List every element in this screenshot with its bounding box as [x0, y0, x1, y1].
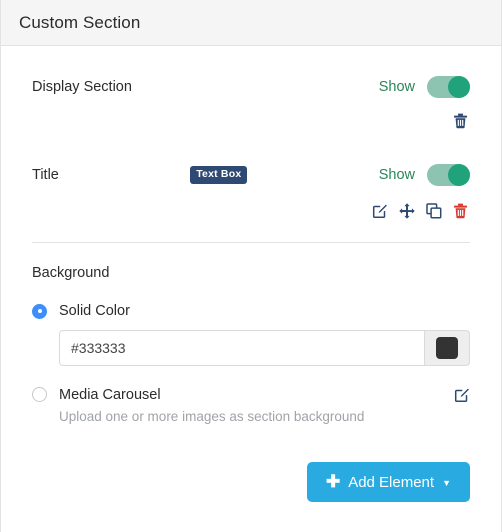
- color-picker-button[interactable]: [424, 330, 470, 366]
- element-type-badge: Text Box: [190, 166, 248, 184]
- background-heading: Background: [32, 265, 110, 281]
- title-label: Title: [32, 167, 59, 183]
- edit-icon[interactable]: [371, 203, 388, 220]
- panel-header: Custom Section: [1, 0, 501, 46]
- display-section-row-main: Display Section Show: [32, 70, 470, 104]
- edit-icon[interactable]: [453, 386, 470, 403]
- add-element-label: Add Element: [348, 473, 435, 491]
- display-section-label: Display Section: [32, 79, 132, 95]
- title-actions: [32, 198, 470, 224]
- panel-body: Display Section Show Title Text Box Show…: [1, 70, 501, 502]
- solid-color-input-group: [59, 330, 470, 366]
- display-section-toggle-label: Show: [378, 79, 415, 95]
- section-divider: [32, 242, 470, 243]
- add-element-button[interactable]: ✚ Add Element ▼: [306, 462, 470, 502]
- title-toggle-label: Show: [378, 167, 415, 183]
- media-carousel-radio[interactable]: [32, 387, 47, 402]
- color-swatch: [436, 337, 458, 359]
- toggle-knob: [448, 164, 470, 186]
- media-carousel-helper-text: Upload one or more images as section bac…: [59, 409, 365, 424]
- title-row: Title Text Box Show: [32, 158, 470, 224]
- title-toggle[interactable]: [427, 164, 470, 186]
- solid-color-label: Solid Color: [59, 303, 130, 319]
- delete-icon[interactable]: [452, 113, 469, 130]
- display-section-row: Display Section Show: [32, 70, 470, 134]
- plus-icon: ✚: [325, 471, 341, 491]
- media-carousel-label: Media Carousel: [59, 386, 161, 403]
- chevron-down-icon: ▼: [442, 477, 451, 488]
- title-row-main: Title Text Box Show: [32, 158, 470, 192]
- move-icon[interactable]: [398, 203, 415, 220]
- toggle-knob: [448, 76, 470, 98]
- media-carousel-option[interactable]: Media Carousel: [32, 386, 470, 403]
- page-title: Custom Section: [19, 12, 141, 32]
- custom-section-panel: Custom Section Display Section Show Titl…: [0, 0, 502, 532]
- solid-color-radio[interactable]: [32, 303, 47, 319]
- delete-icon[interactable]: [452, 203, 469, 220]
- solid-color-option[interactable]: Solid Color: [32, 303, 470, 319]
- display-section-toggle[interactable]: [427, 76, 470, 98]
- duplicate-icon[interactable]: [425, 203, 442, 220]
- color-hex-input[interactable]: [59, 330, 424, 366]
- panel-footer: ✚ Add Element ▼: [32, 462, 470, 502]
- display-section-actions: [32, 108, 470, 134]
